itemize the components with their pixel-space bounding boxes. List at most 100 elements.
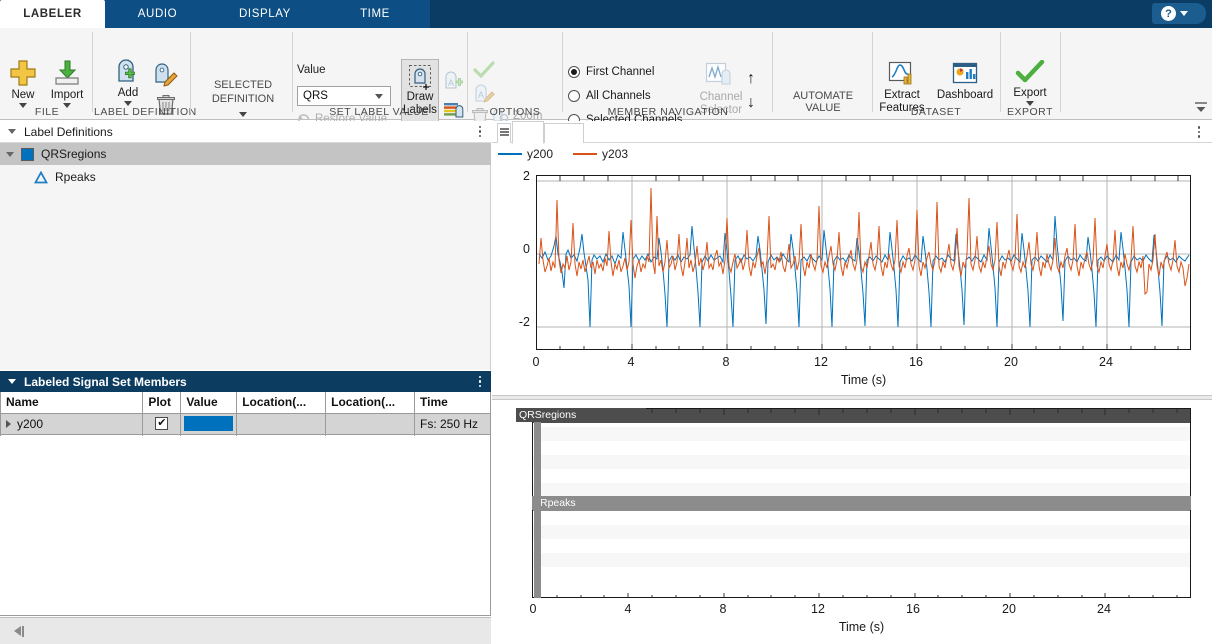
cell-name[interactable]: y200 xyxy=(0,412,144,435)
track-tag-qrsregions[interactable]: QRSregions xyxy=(516,408,646,422)
chevron-down-icon[interactable] xyxy=(6,151,14,157)
table-row[interactable]: y200 ✔ Fs: 250 Hz xyxy=(0,412,491,435)
chevron-down-icon[interactable] xyxy=(375,93,383,99)
channel-selector-line1: Channel xyxy=(699,91,743,103)
radio-first-channel[interactable]: First Channel xyxy=(568,66,654,78)
selected-definition-caret-icon[interactable] xyxy=(239,112,247,117)
label-x-tick-4: 4 xyxy=(624,602,632,616)
tab-labeler[interactable]: LABELER xyxy=(0,0,105,28)
import-button-label: Import xyxy=(50,89,84,101)
y-tick-neg2: -2 xyxy=(518,315,530,329)
members-horizontal-scrollbar[interactable] xyxy=(0,617,491,644)
ribbon-group-label-definition-label: LABEL DEFINITION xyxy=(94,106,197,118)
help-button[interactable]: ? xyxy=(1152,3,1206,24)
tab-time-label: TIME xyxy=(360,8,390,20)
tab-display-label: DISPLAY xyxy=(239,8,291,20)
col-value[interactable]: Value xyxy=(180,392,238,414)
import-button[interactable]: Import xyxy=(46,58,88,108)
tab-strip-filler xyxy=(430,0,1212,28)
plot-tab-secondary[interactable] xyxy=(544,123,584,143)
ribbon-separator-8 xyxy=(1000,32,1001,112)
track-tag-rpeaks[interactable]: Rpeaks xyxy=(532,496,1191,510)
col-time[interactable]: Time xyxy=(414,392,491,414)
chevron-down-icon[interactable] xyxy=(8,379,16,384)
signal-axes[interactable] xyxy=(536,175,1191,350)
label-definitions-title: Label Definitions xyxy=(24,124,113,139)
radio-all-channels-icon[interactable] xyxy=(568,90,580,102)
edit-label-icon: A xyxy=(475,84,495,103)
ribbon-group-dataset-label: DATASET xyxy=(910,106,962,118)
plot-checkbox[interactable]: ✔ xyxy=(155,417,169,430)
ribbon-separator-4 xyxy=(467,32,468,112)
tab-audio[interactable]: AUDIO xyxy=(105,0,210,28)
edit-label-definition-button[interactable] xyxy=(152,62,178,88)
color-swatch xyxy=(184,416,234,431)
edit-label-button: A xyxy=(473,83,495,103)
radio-first-channel-icon[interactable] xyxy=(568,66,580,78)
chevron-down-icon[interactable] xyxy=(1180,11,1188,16)
label-definitions-tree: QRSregions Rpeaks xyxy=(0,143,491,370)
col-plot[interactable]: Plot xyxy=(142,392,182,414)
legend-entry-y200[interactable]: y200 xyxy=(498,147,553,161)
ribbon-separator-3 xyxy=(292,32,293,112)
radio-all-channels-label: All Channels xyxy=(586,90,651,102)
members-header[interactable]: Labeled Signal Set Members xyxy=(0,371,491,392)
selected-definition-line1: SELECTED xyxy=(213,79,273,91)
arrow-up-icon: ↑ xyxy=(747,70,755,87)
ribbon-group-options-label: OPTIONS xyxy=(489,106,541,118)
table-header-row: Name Plot Value Location(... Location(..… xyxy=(0,392,491,414)
plot-pane-grip[interactable] xyxy=(497,123,511,143)
radio-all-channels[interactable]: All Channels xyxy=(568,90,651,102)
value-select-value: QRS xyxy=(303,90,328,102)
export-button[interactable]: Export xyxy=(1006,60,1054,106)
value-select[interactable]: QRS xyxy=(297,86,391,106)
scroll-left-icon[interactable] xyxy=(14,626,21,636)
tree-item-rpeaks[interactable]: Rpeaks xyxy=(0,166,491,188)
cell-location-2[interactable] xyxy=(325,412,415,435)
tree-item-qrsregions[interactable]: QRSregions xyxy=(0,143,491,165)
dashboard-button[interactable]: Dashboard xyxy=(936,60,994,101)
legend-line-icon xyxy=(573,153,598,155)
chevron-down-icon[interactable] xyxy=(8,129,16,134)
members-menu-icon[interactable] xyxy=(478,375,481,388)
collapse-ribbon-button[interactable] xyxy=(1194,100,1208,118)
ribbon-tab-strip: LABELER AUDIO DISPLAY TIME ? xyxy=(0,0,1212,28)
x-tick-8: 8 xyxy=(722,355,730,369)
expand-row-icon[interactable] xyxy=(6,419,11,428)
cell-time[interactable]: Fs: 250 Hz xyxy=(414,412,491,435)
import-icon xyxy=(55,60,79,85)
label-track-vertical-bar[interactable] xyxy=(534,422,541,598)
ribbon-group-member-navigation-label: MEMBER NAVIGATION xyxy=(607,106,729,118)
cell-location-1[interactable] xyxy=(236,412,327,435)
cell-value[interactable] xyxy=(180,412,238,435)
value-caption: Value xyxy=(297,64,326,76)
legend-entry-y203[interactable]: y203 xyxy=(573,147,628,161)
label-definitions-header[interactable]: Label Definitions xyxy=(0,121,491,143)
help-icon: ? xyxy=(1161,6,1176,21)
label-definitions-menu-icon[interactable] xyxy=(478,125,481,138)
label-x-tick-20: 20 xyxy=(1002,602,1016,616)
signal-chart-svg xyxy=(537,176,1190,349)
col-location-2[interactable]: Location(... xyxy=(325,392,415,414)
col-location-1[interactable]: Location(... xyxy=(236,392,327,414)
track-tag-rpeaks-label: Rpeaks xyxy=(540,497,576,509)
ribbon-separator-9 xyxy=(1060,32,1061,112)
plot-tab-active[interactable] xyxy=(512,121,544,144)
label-x-tick-24: 24 xyxy=(1097,602,1111,616)
ribbon-separator-6 xyxy=(772,32,773,112)
col-name[interactable]: Name xyxy=(0,392,144,414)
add-label-definition-button[interactable]: Add xyxy=(108,58,148,106)
cell-plot[interactable]: ✔ xyxy=(142,412,182,435)
selected-definition-dropdown[interactable]: SELECTED DEFINITION xyxy=(196,78,290,117)
previous-member-button[interactable]: ↑ xyxy=(747,70,755,88)
new-button[interactable]: New xyxy=(4,58,42,108)
scroll-left-bar-icon xyxy=(22,625,24,637)
automate-value-label: AUTOMATE VALUE xyxy=(792,90,854,114)
plot-pane-menu-icon[interactable] xyxy=(1197,126,1200,138)
row-name-label: y200 xyxy=(17,416,44,431)
ribbon-separator-7 xyxy=(872,32,873,112)
channel-selector-icon xyxy=(705,62,731,85)
x-tick-24: 24 xyxy=(1099,355,1113,369)
tab-display[interactable]: DISPLAY xyxy=(210,0,320,28)
tab-time[interactable]: TIME xyxy=(320,0,430,28)
